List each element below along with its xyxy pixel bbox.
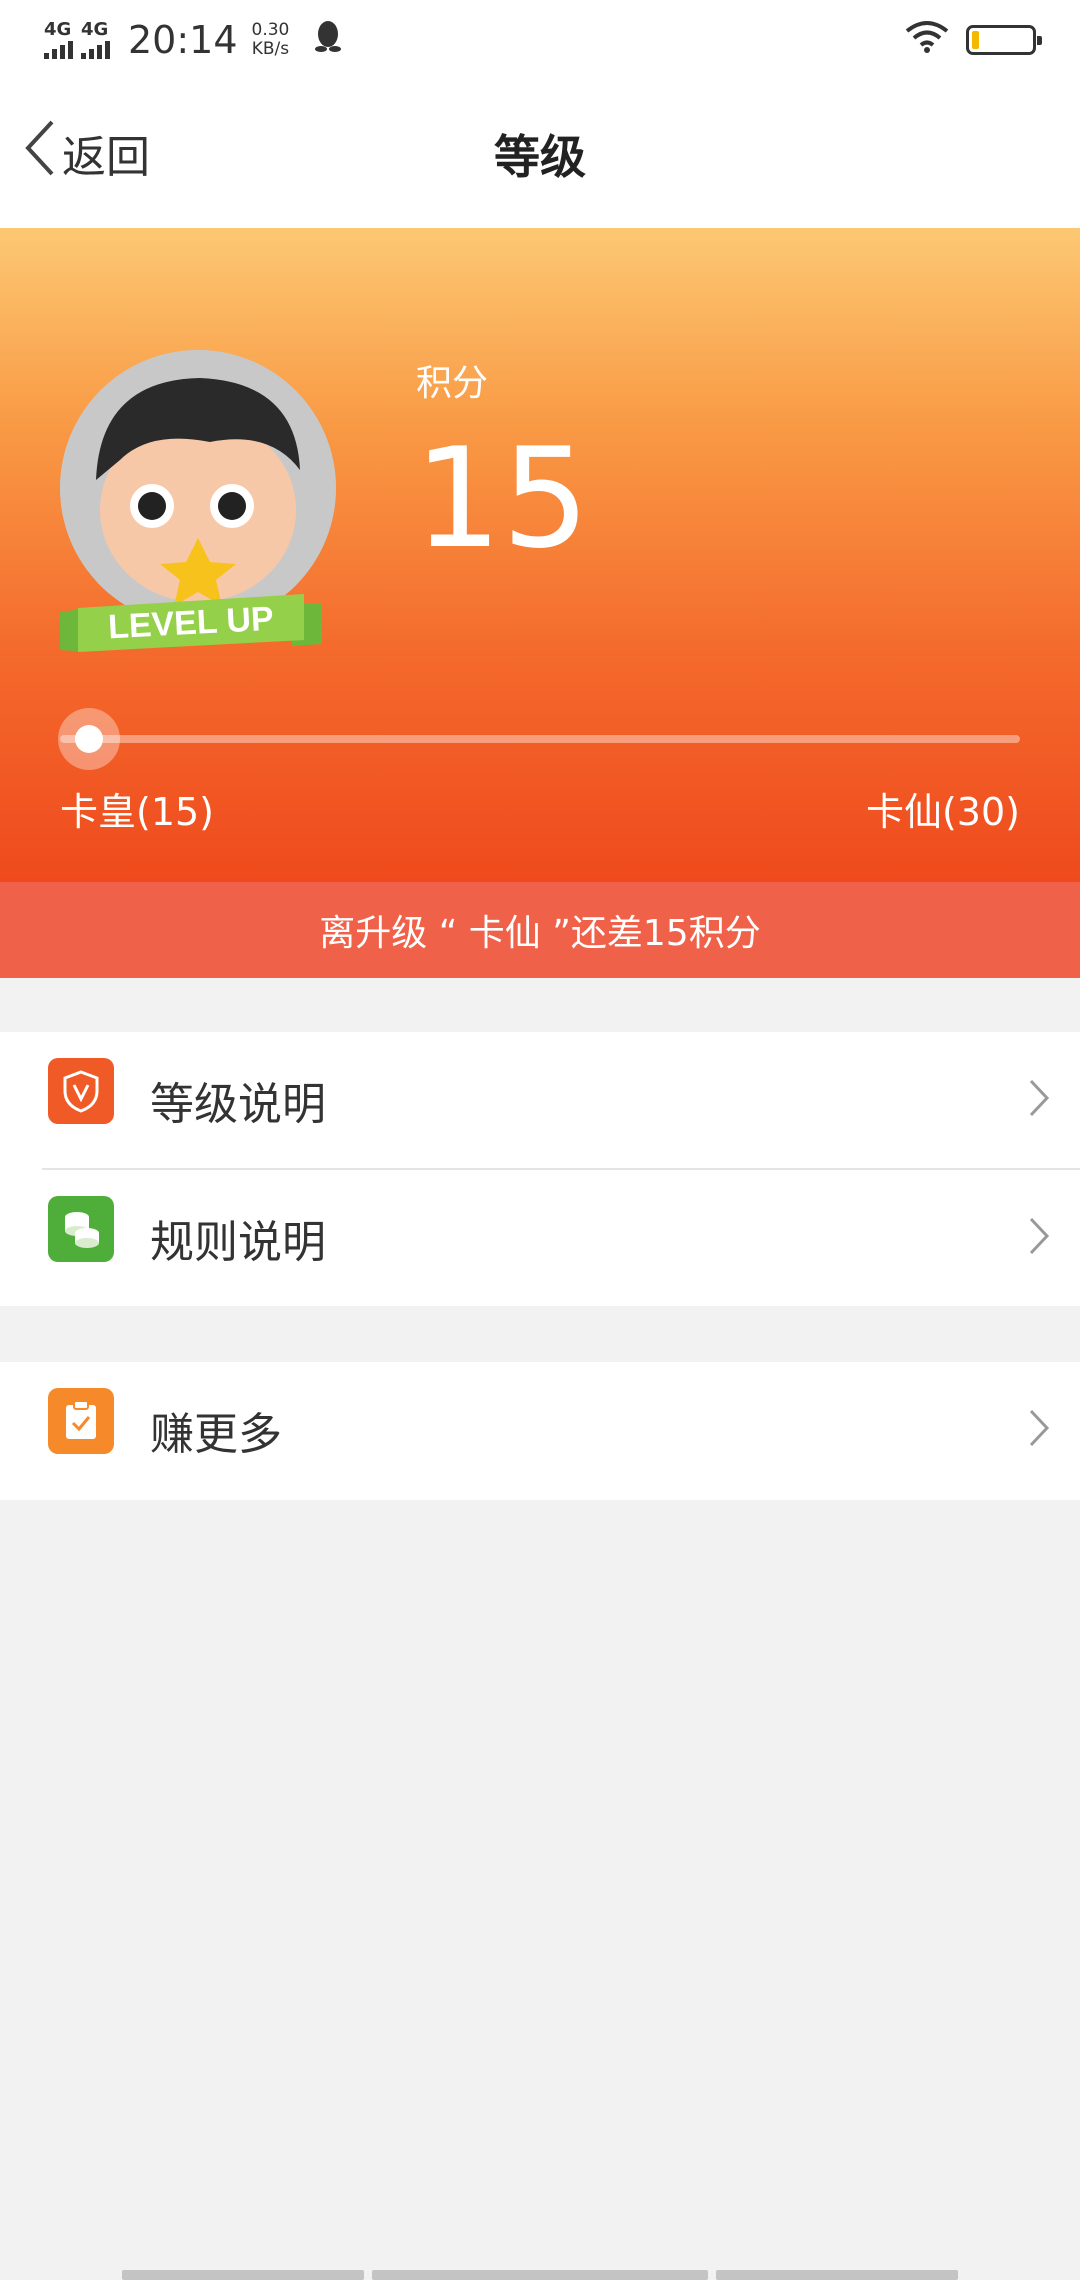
coins-icon bbox=[48, 1196, 114, 1262]
menu-item-level-info[interactable]: 等级说明 bbox=[0, 1032, 1080, 1168]
shield-v-icon bbox=[48, 1058, 114, 1124]
menu-label: 等级说明 bbox=[150, 1079, 326, 1130]
signal-bars-icon bbox=[44, 39, 73, 59]
level-progress-track bbox=[60, 735, 1020, 743]
chevron-right-icon bbox=[1028, 1216, 1050, 1260]
gesture-segment bbox=[716, 2270, 958, 2280]
battery-icon bbox=[966, 25, 1042, 55]
battery-level bbox=[972, 31, 980, 49]
back-label: 返回 bbox=[62, 132, 150, 183]
next-level-label: 卡仙(30) bbox=[865, 790, 1020, 834]
menu-group-info: 等级说明 规则说明 bbox=[0, 1032, 1080, 1306]
clipboard-check-icon bbox=[48, 1388, 114, 1454]
signal-indicator-1: 4G bbox=[44, 21, 73, 59]
gesture-segment bbox=[372, 2270, 708, 2280]
speed-unit: KB/s bbox=[251, 39, 290, 59]
network-type: 4G bbox=[44, 19, 72, 40]
avatar bbox=[60, 350, 336, 626]
gesture-segment bbox=[122, 2270, 364, 2280]
network-speed: 0.30 KB/s bbox=[252, 21, 290, 59]
chevron-right-icon bbox=[1028, 1408, 1050, 1452]
gesture-bar bbox=[0, 2270, 1080, 2280]
score-value: 15 bbox=[414, 418, 590, 579]
back-button[interactable]: 返回 bbox=[22, 118, 150, 188]
status-bar: 4G 4G 20:14 0.30 KB/s bbox=[0, 0, 1080, 80]
clock: 20:14 bbox=[128, 18, 238, 62]
menu-group-earn: 赚更多 bbox=[0, 1362, 1080, 1500]
level-up-ribbon: LEVEL UP bbox=[60, 590, 322, 660]
score-label: 积分 bbox=[416, 363, 489, 404]
nav-bar: 返回 等级 bbox=[0, 80, 1080, 228]
signal-bars-icon bbox=[81, 39, 110, 59]
wifi-icon bbox=[904, 19, 950, 62]
chevron-left-icon bbox=[22, 118, 56, 189]
signal-indicator-2: 4G bbox=[81, 21, 110, 59]
menu-label: 规则说明 bbox=[150, 1217, 326, 1268]
qq-icon bbox=[313, 18, 343, 63]
page-title: 等级 bbox=[494, 130, 586, 184]
menu-item-earn-more[interactable]: 赚更多 bbox=[0, 1362, 1080, 1498]
upgrade-tip-banner: 离升级 “ 卡仙 ”还差15积分 bbox=[0, 882, 1080, 978]
current-level-label: 卡皇(15) bbox=[60, 790, 215, 834]
network-type: 4G bbox=[81, 19, 109, 40]
progress-knob bbox=[58, 708, 120, 770]
menu-item-rules[interactable]: 规则说明 bbox=[0, 1170, 1080, 1306]
speed-value: 0.30 bbox=[251, 20, 290, 40]
menu-label: 赚更多 bbox=[150, 1409, 282, 1460]
level-hero: LEVEL UP 积分 15 卡皇(15) 卡仙(30) bbox=[0, 228, 1080, 882]
chevron-right-icon bbox=[1028, 1078, 1050, 1122]
